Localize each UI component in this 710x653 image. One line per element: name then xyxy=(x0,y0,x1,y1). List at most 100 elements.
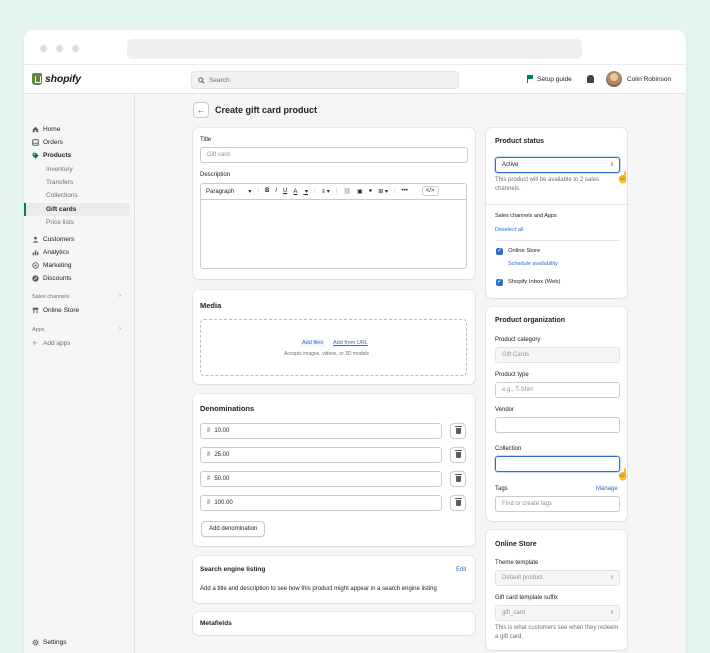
tags-placeholder: Find or create tags xyxy=(502,501,553,507)
sidebar-item-label: Gift cards xyxy=(46,206,77,213)
channel-shopify-inbox: Shopify Inbox (Web) xyxy=(508,279,561,285)
video-icon[interactable]: ● xyxy=(369,188,373,194)
denomination-input[interactable]: ₴ 100.00 xyxy=(200,495,442,511)
title-input[interactable]: Gift card xyxy=(200,147,468,163)
code-view-button[interactable]: </> xyxy=(421,186,439,196)
sidebar-item-orders[interactable]: Orders xyxy=(32,137,63,148)
image-icon[interactable]: ▣ xyxy=(357,188,363,195)
avatar[interactable] xyxy=(606,71,622,87)
template-suffix-select[interactable]: gift_card ⇕ xyxy=(495,605,620,621)
tags-input[interactable]: Find or create tags xyxy=(495,496,620,512)
sidebar-item-online-store[interactable]: Online Store xyxy=(32,305,79,316)
category-label: Product category xyxy=(495,337,541,343)
organization-title: Product organization xyxy=(495,317,565,324)
sidebar-item-gift-cards[interactable]: Gift cards xyxy=(46,204,76,215)
sidebar-item-price-lists[interactable]: Price lists xyxy=(46,217,74,228)
active-nav-highlight xyxy=(24,203,130,216)
metafields-card[interactable] xyxy=(193,612,475,635)
chevron-right-icon[interactable]: › xyxy=(119,293,121,299)
online-store-checkbox[interactable]: ✓ xyxy=(496,248,503,255)
category-field[interactable]: Gift Cards xyxy=(495,347,620,363)
sidebar-item-label: Inventory xyxy=(46,166,73,173)
text-color-label: A xyxy=(293,188,298,195)
vendor-input[interactable] xyxy=(495,417,620,433)
bell-icon[interactable] xyxy=(587,75,594,83)
shopify-logo[interactable]: shopify xyxy=(32,73,81,85)
product-type-input[interactable]: e.g., T-Shirt xyxy=(495,382,620,398)
media-dropzone[interactable] xyxy=(200,319,467,376)
chevron-right-icon[interactable]: › xyxy=(119,326,121,332)
denomination-input[interactable]: ₴ 25.00 xyxy=(200,447,442,463)
collection-input[interactable] xyxy=(495,456,620,472)
underline-button[interactable]: U xyxy=(283,188,287,194)
sidebar-item-label: Transfers xyxy=(46,179,74,186)
add-from-url-link[interactable]: Add from URL xyxy=(333,340,368,346)
schedule-availability-link[interactable]: Schedule availability xyxy=(508,261,558,267)
sidebar-item-add-apps[interactable]: + Add apps xyxy=(32,338,70,349)
sidebar-item-transfers[interactable]: Transfers xyxy=(46,177,73,188)
sidebar-item-settings[interactable]: Settings xyxy=(32,637,67,648)
window-dot xyxy=(72,45,79,52)
currency-symbol: ₴ xyxy=(207,452,211,458)
seo-card xyxy=(193,556,475,603)
italic-button[interactable]: I xyxy=(275,188,277,194)
address-bar[interactable] xyxy=(127,39,582,59)
link-icon[interactable]: ⛓ xyxy=(343,188,351,195)
seo-edit-link[interactable]: Edit xyxy=(456,567,466,573)
toolbar-divider: | xyxy=(314,188,316,194)
table-icon[interactable]: ⊞ ▾ xyxy=(378,188,388,195)
sidebar-item-customers[interactable]: Customers xyxy=(32,234,74,245)
align-icon[interactable]: ≡ ▾ xyxy=(322,188,330,195)
channels-label: Sales channels and Apps xyxy=(495,213,557,219)
flag-icon xyxy=(527,75,534,83)
sidebar-item-marketing[interactable]: Marketing xyxy=(32,260,72,271)
search-icon xyxy=(198,76,205,84)
theme-template-select[interactable]: Default product ⇕ xyxy=(495,570,620,586)
editor-toolbar: Paragraph ▾ | B I U A ▾ | ≡ ▾ | ⛓ ▣ ● ⊞ … xyxy=(200,183,466,200)
currency-symbol: ₴ xyxy=(207,428,211,434)
denomination-input[interactable]: ₴ 50.00 xyxy=(200,471,442,487)
add-denomination-button[interactable]: Add denomination xyxy=(201,521,266,537)
collection-label: Collection xyxy=(495,446,522,452)
sidebar-item-label: Customers xyxy=(43,236,75,243)
back-button[interactable]: ← xyxy=(193,102,209,118)
sidebar-item-inventory[interactable]: Inventory xyxy=(46,164,73,175)
pointer-cursor-icon: ☝ xyxy=(616,469,630,481)
user-name[interactable]: Colin Robinson xyxy=(627,76,671,83)
deselect-all-link[interactable]: Deselect all xyxy=(495,227,523,233)
denomination-input[interactable]: ₴ 10.00 xyxy=(200,423,442,439)
search-input[interactable]: Search xyxy=(191,71,459,89)
template-suffix-value: gift_card xyxy=(502,610,526,616)
discount-icon xyxy=(32,275,39,282)
brand-name: shopify xyxy=(45,73,81,85)
shopify-inbox-checkbox[interactable]: ✓ xyxy=(496,279,503,286)
sidebar-item-home[interactable]: Home xyxy=(32,124,60,135)
sidebar-item-analytics[interactable]: Analytics xyxy=(32,247,69,258)
bold-button[interactable]: B xyxy=(265,188,269,194)
sidebar-item-products[interactable]: Products xyxy=(32,150,71,161)
sidebar-item-collections[interactable]: Collections xyxy=(46,190,78,201)
text-color-button[interactable]: A ▾ xyxy=(293,188,308,195)
delete-denomination-button[interactable] xyxy=(450,423,466,439)
manage-tags-link[interactable]: Manage xyxy=(596,486,618,492)
delete-denomination-button[interactable] xyxy=(450,495,466,511)
sidebar-item-label: Settings xyxy=(43,639,67,646)
delete-denomination-button[interactable] xyxy=(450,447,466,463)
format-select[interactable]: Paragraph ▾ xyxy=(206,188,251,195)
sidebar: Home Orders Products Inventory Transfers… xyxy=(24,94,135,653)
delete-denomination-button[interactable] xyxy=(450,471,466,487)
sidebar-item-label: Collections xyxy=(46,192,78,199)
status-select[interactable]: Active ⇕ xyxy=(495,157,620,173)
status-hint: This product will be available to 2 sale… xyxy=(495,177,600,192)
trash-icon xyxy=(454,426,462,434)
denomination-value: 25.00 xyxy=(214,452,230,458)
add-files-button[interactable]: Add files xyxy=(300,339,326,347)
orders-icon xyxy=(32,139,39,146)
sidebar-item-discounts[interactable]: Discounts xyxy=(32,273,72,284)
setup-guide-button[interactable]: Setup guide xyxy=(527,75,572,83)
product-type-placeholder: e.g., T-Shirt xyxy=(502,387,533,393)
description-label: Description xyxy=(200,172,231,178)
denomination-value: 100.00 xyxy=(214,500,233,506)
sidebar-item-label: Marketing xyxy=(43,262,72,269)
more-options-button[interactable]: ••• xyxy=(402,188,408,194)
